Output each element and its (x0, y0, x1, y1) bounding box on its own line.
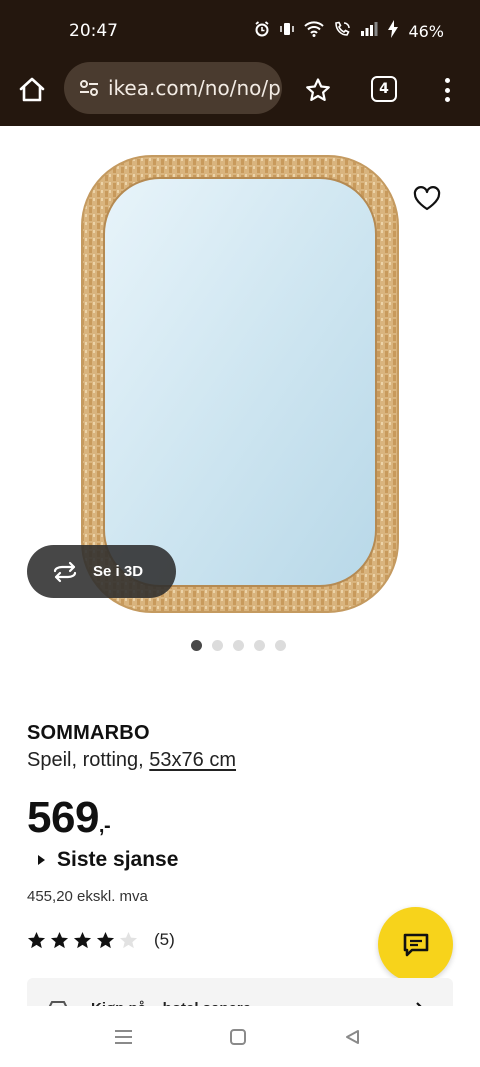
bookmark-button[interactable] (304, 76, 332, 104)
home-icon (19, 77, 45, 102)
status-icons: 46% (254, 20, 444, 42)
carousel-dot[interactable] (275, 640, 286, 651)
star-filled-icon (50, 931, 69, 948)
product-type: Speil, rotting, (27, 749, 144, 771)
menu-dot (444, 78, 450, 83)
carousel-dot[interactable] (191, 640, 202, 651)
wifi-icon (304, 21, 325, 41)
system-navigation-bar (0, 1006, 480, 1067)
menu-dot (444, 87, 450, 93)
charging-icon (387, 20, 399, 42)
price-suffix: ,- (98, 815, 111, 837)
product-rating[interactable]: (5) (27, 930, 175, 950)
star-filled-icon (27, 931, 46, 948)
status-time: 20:47 (69, 21, 118, 41)
product-size-link[interactable]: 53x76 cm (149, 749, 236, 771)
menu-dot (444, 97, 450, 102)
image-carousel-dots (191, 640, 286, 651)
star-filled-icon (73, 931, 92, 948)
carousel-dot[interactable] (254, 640, 265, 651)
back-icon[interactable] (344, 1029, 360, 1045)
carousel-dot[interactable] (212, 640, 223, 651)
price-value: 569 (27, 793, 99, 842)
view-3d-label: Se i 3D (93, 563, 144, 580)
product-price: 569,- (27, 793, 111, 843)
wifi-call-icon (333, 21, 351, 41)
status-bar: 20:47 46% (0, 0, 480, 62)
battery-level: 46% (408, 21, 444, 41)
chat-button[interactable] (378, 907, 453, 982)
tab-switcher-button[interactable]: 4 (371, 76, 397, 102)
home-button[interactable] (16, 74, 48, 106)
view-3d-button[interactable]: Se i 3D (27, 545, 176, 598)
recents-icon[interactable] (115, 1030, 132, 1044)
star-filled-icon (96, 931, 115, 948)
heart-outline-icon (413, 186, 441, 211)
last-chance-label: Siste sjanse (57, 848, 179, 871)
last-chance-toggle[interactable]: Siste sjanse (38, 848, 178, 872)
product-description: Speil, rotting, 53x76 cm (27, 749, 236, 772)
price-excl-vat: 455,20 ekskl. mva (27, 888, 148, 905)
alarm-icon (254, 21, 270, 41)
url-text: ikea.com/no/no/p (108, 76, 281, 100)
product-name: SOMMARBO (27, 722, 150, 744)
home-nav-icon[interactable] (230, 1029, 246, 1045)
favorite-button[interactable] (412, 185, 442, 213)
carousel-dot[interactable] (233, 640, 244, 651)
expand-triangle-icon (38, 855, 45, 865)
rotate-3d-icon (53, 561, 77, 582)
vibrate-icon (279, 21, 295, 41)
star-empty-icon (119, 931, 138, 948)
review-count: (5) (154, 930, 175, 949)
site-settings-icon[interactable] (78, 77, 100, 99)
star-outline-icon (306, 78, 330, 101)
signal-icon (360, 22, 378, 40)
chat-icon (403, 933, 428, 956)
address-bar[interactable]: ikea.com/no/no/p (64, 62, 282, 114)
browser-menu-button[interactable] (440, 76, 454, 104)
browser-toolbar: ikea.com/no/no/p 4 (0, 62, 480, 126)
